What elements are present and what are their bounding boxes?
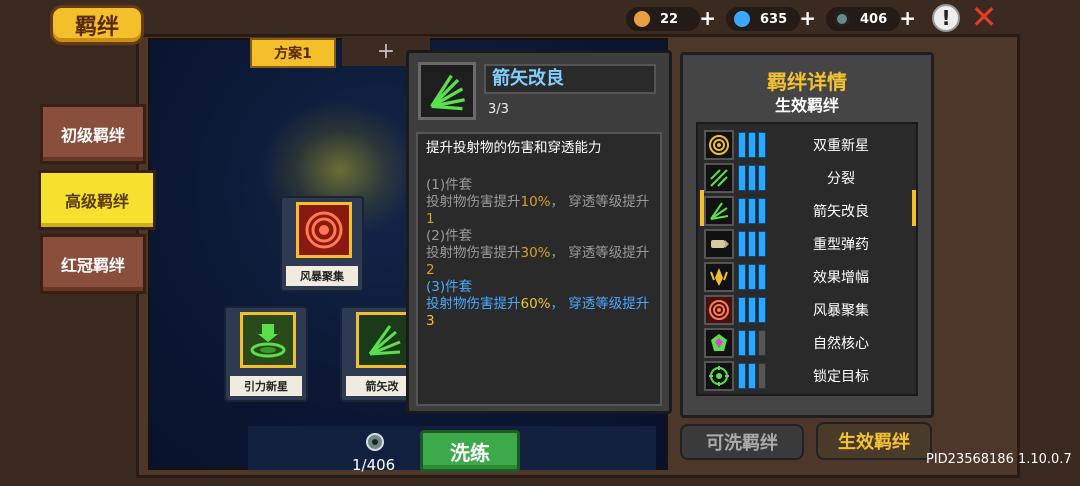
fist-icon (634, 11, 650, 27)
bond-name: 分裂 (827, 171, 855, 187)
resource-gem-value: 635 (760, 11, 788, 27)
tab-washable-bonds[interactable]: 可洗羁绊 (680, 424, 804, 460)
tier-header: (3)件套 (426, 279, 473, 295)
split-icon (704, 163, 734, 193)
level-pips (738, 330, 768, 356)
level-pips (738, 297, 768, 323)
orb-icon (834, 11, 850, 27)
bond-name: 箭矢改良 (484, 64, 656, 94)
tier-1: (1)件套 投射物伤害提升10%， 穿透等级提升1 (426, 177, 652, 228)
refine-count: 1/406 (352, 456, 396, 474)
level-pips (738, 264, 768, 290)
list-item[interactable]: 效果增幅 (704, 262, 914, 292)
bond-description: 提升投射物的伤害和穿透能力 (1)件套 投射物伤害提升10%， 穿透等级提升1 … (416, 132, 662, 406)
tier-header: (1)件套 (426, 177, 473, 193)
page-title: 羁绊 (50, 5, 144, 45)
tier-2: (2)件套 投射物伤害提升30%， 穿透等级提升2 (426, 228, 652, 279)
tab-basic-bond[interactable]: 初级羁绊 (40, 104, 146, 164)
crosshair-icon (704, 361, 734, 391)
add-gem-button[interactable]: + (799, 7, 816, 29)
level-pips (738, 132, 768, 158)
double-nova-icon (704, 130, 734, 160)
level-pips (738, 231, 768, 257)
bond-name: 自然核心 (813, 336, 869, 352)
bond-name: 风暴聚集 (813, 303, 869, 319)
selected-bond-highlight (700, 190, 916, 226)
tab-advanced-bond[interactable]: 高级羁绊 (38, 170, 156, 230)
tier-3: (3)件套 投射物伤害提升60%， 穿透等级提升3 (426, 279, 652, 330)
target-rings-icon (704, 295, 734, 325)
tab-active-bonds[interactable]: 生效羁绊 (816, 422, 932, 460)
details-title: 羁绊详情 (767, 70, 847, 94)
alert-button[interactable]: ! (932, 4, 960, 32)
tab-crown-bond[interactable]: 红冠羁绊 (40, 234, 146, 294)
arrows-icon (418, 62, 476, 120)
bond-node-storm[interactable]: 风暴聚集 (280, 196, 364, 292)
scheme-tab-1[interactable]: 方案1 (250, 38, 336, 68)
close-button[interactable]: ✕ (968, 1, 1000, 34)
orb-icon (365, 432, 385, 452)
bond-name: 双重新星 (813, 138, 869, 154)
list-item[interactable]: 重型弹药 (704, 229, 914, 259)
resource-fist-value: 22 (660, 11, 679, 27)
bond-node-label: 引力新星 (230, 376, 302, 396)
resource-gem: 635 + (726, 7, 816, 31)
refine-button[interactable]: 洗练 (420, 430, 520, 472)
bond-name: 锁定目标 (813, 369, 869, 385)
add-fist-button[interactable]: + (699, 7, 716, 29)
details-subtitle: 生效羁绊 (774, 96, 839, 115)
nova-icon (240, 312, 296, 368)
bond-name: 重型弹药 (813, 237, 869, 253)
bond-level: 3/3 (488, 102, 509, 117)
amplify-icon (704, 262, 734, 292)
nature-core-icon (704, 328, 734, 358)
build-id: PID23568186 1.10.0.7 (926, 452, 1072, 467)
gem-icon (734, 11, 750, 27)
list-item[interactable]: 双重新星 (704, 130, 914, 160)
add-orb-button[interactable]: + (899, 7, 916, 29)
bond-name: 效果增幅 (813, 270, 869, 286)
list-item[interactable]: 锁定目标 (704, 361, 914, 391)
level-pips (738, 165, 768, 191)
arrows-icon (356, 312, 412, 368)
list-item[interactable]: 分裂 (704, 163, 914, 193)
level-pips (738, 363, 768, 389)
bond-summary: 提升投射物的伤害和穿透能力 (426, 140, 602, 156)
tier-header: (2)件套 (426, 228, 473, 244)
bond-node-label: 风暴聚集 (286, 266, 358, 286)
resource-orb-value: 406 (860, 11, 888, 27)
list-item[interactable]: 风暴聚集 (704, 295, 914, 325)
bond-node-gravity[interactable]: 引力新星 (224, 306, 308, 402)
bullet-icon (704, 229, 734, 259)
resource-orb: 406 + (826, 7, 916, 31)
list-item[interactable]: 自然核心 (704, 328, 914, 358)
tier-text: 投射物伤害提升10%， 穿透等级提升1 (426, 194, 650, 227)
tier-text: 投射物伤害提升30%， 穿透等级提升2 (426, 245, 650, 278)
active-bond-list[interactable]: 双重新星 分裂 箭矢改良 重型弹药 效果增幅 风暴聚集 自然核心 锁定目标 (696, 122, 918, 396)
target-rings-icon (296, 202, 352, 258)
tier-text: 投射物伤害提升60%， 穿透等级提升3 (426, 296, 650, 329)
resource-fist: 22 + (626, 7, 716, 31)
